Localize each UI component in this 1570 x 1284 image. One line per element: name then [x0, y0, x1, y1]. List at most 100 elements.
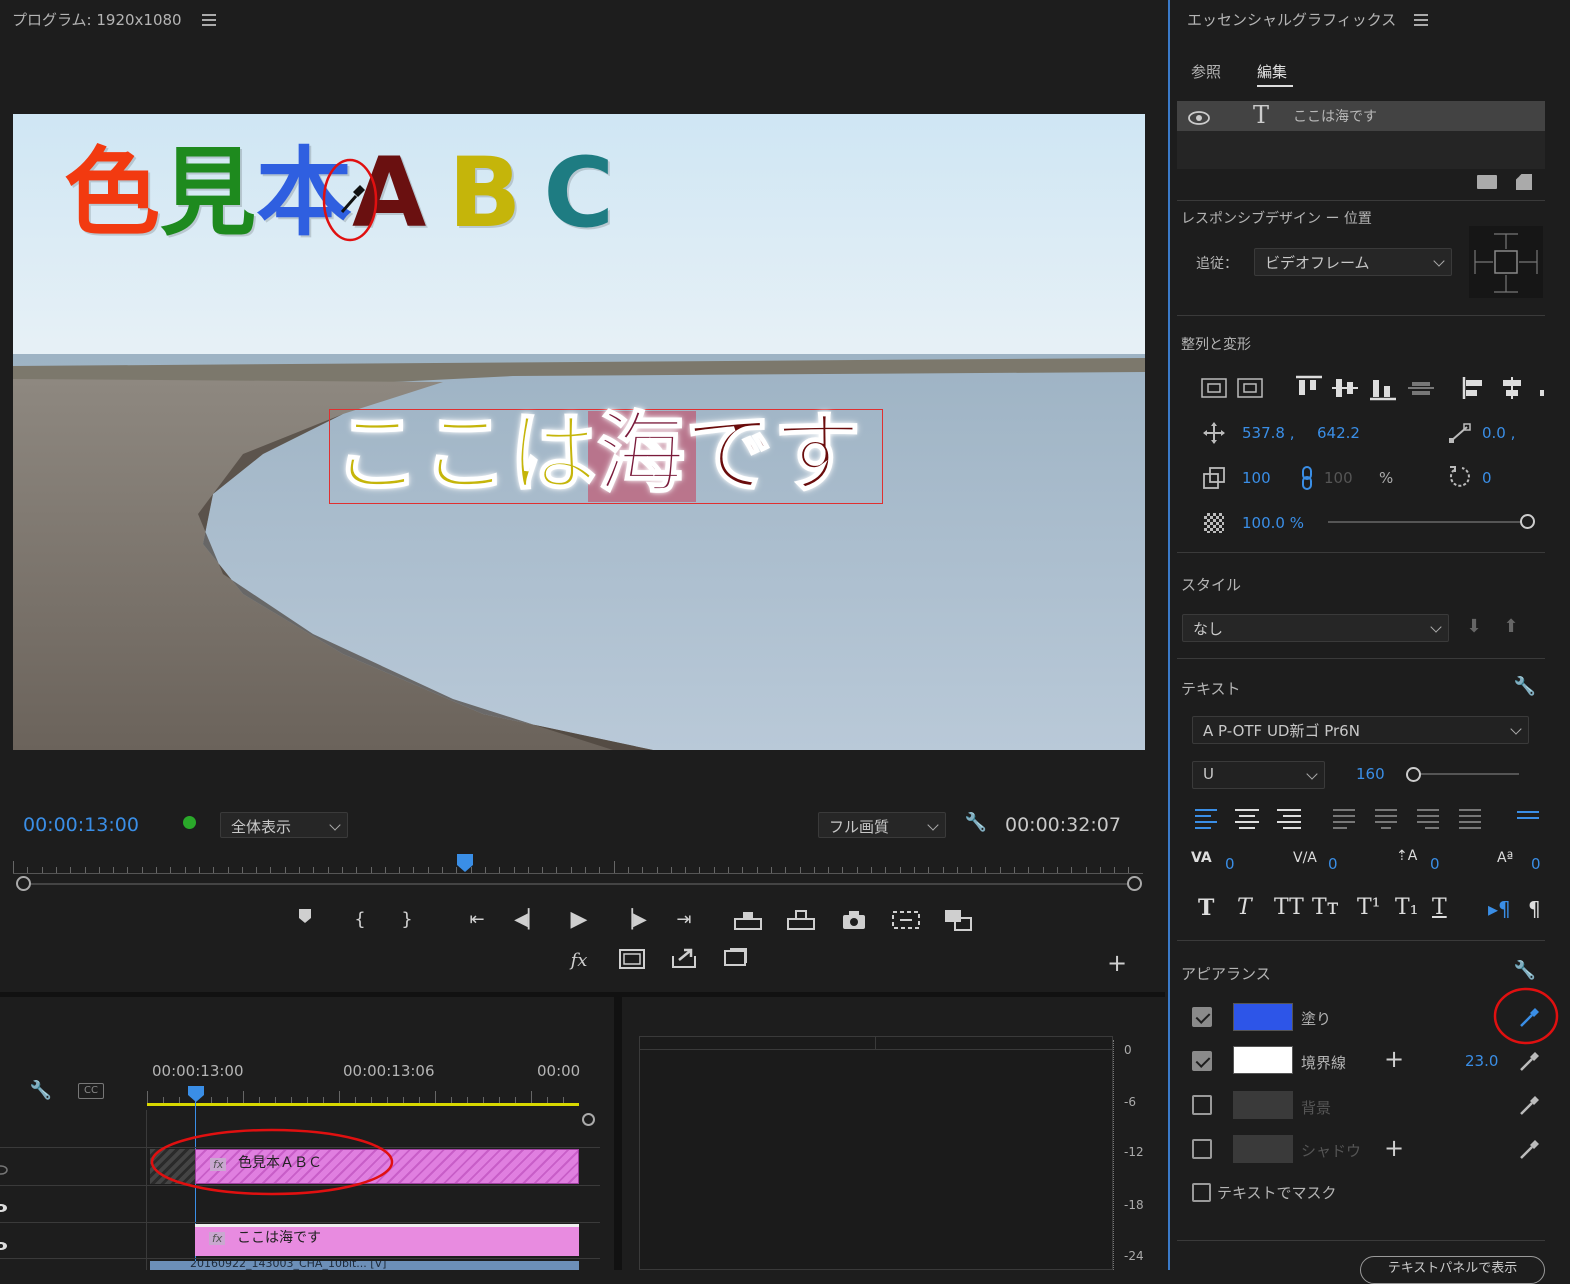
- background-checkbox[interactable]: [1192, 1095, 1212, 1115]
- faux-bold-button[interactable]: T: [1198, 895, 1214, 921]
- stroke-checkbox[interactable]: [1192, 1051, 1212, 1071]
- comparison-view-button[interactable]: [891, 910, 921, 930]
- timeline-ruler[interactable]: [147, 1086, 579, 1103]
- layer-row[interactable]: T ここは海です: [1177, 101, 1545, 131]
- font-size-slider-thumb[interactable]: [1406, 767, 1421, 782]
- rotation-field[interactable]: 0: [1482, 469, 1492, 487]
- position-y-field[interactable]: 642.2: [1317, 424, 1360, 442]
- step-forward-button[interactable]: ▕▶: [619, 907, 647, 933]
- add-button[interactable]: +: [1104, 950, 1130, 976]
- anchor-x-field[interactable]: 0.0 ,: [1482, 424, 1515, 442]
- monitor-ruler[interactable]: [13, 850, 1143, 874]
- export-frame-button[interactable]: [841, 909, 867, 931]
- wrench-icon[interactable]: 🔧: [963, 810, 989, 836]
- small-caps-button[interactable]: Tт: [1312, 895, 1339, 920]
- go-to-out-button[interactable]: ⇥: [669, 907, 699, 933]
- multi-camera-button[interactable]: [943, 908, 973, 932]
- step-back-button[interactable]: ◀▏: [514, 907, 542, 933]
- mark-in-button[interactable]: {: [347, 907, 373, 933]
- font-style-select[interactable]: U: [1192, 761, 1325, 789]
- opacity-field[interactable]: 100.0 %: [1242, 514, 1304, 532]
- font-size-field[interactable]: 160: [1356, 765, 1385, 783]
- show-in-text-panel-button[interactable]: テキストパネルで表示: [1360, 1256, 1545, 1284]
- track-eye-icon[interactable]: [0, 1236, 8, 1250]
- stroke-color-swatch[interactable]: [1233, 1046, 1293, 1074]
- program-menu-icon[interactable]: [202, 14, 216, 26]
- mark-out-button[interactable]: }: [394, 907, 420, 933]
- superscript-button[interactable]: T¹: [1357, 895, 1381, 920]
- play-button[interactable]: ▶: [565, 907, 593, 933]
- zoom-handle-right[interactable]: [1127, 876, 1142, 891]
- leading-field[interactable]: 0: [1430, 855, 1440, 873]
- kerning-field[interactable]: 0: [1225, 855, 1235, 873]
- timeline-playhead-icon[interactable]: [186, 1085, 206, 1105]
- appearance-wrench-icon[interactable]: 🔧: [1512, 958, 1538, 984]
- work-area-bar[interactable]: [147, 1103, 579, 1106]
- fx-button[interactable]: fx: [566, 948, 592, 974]
- playhead-marker-icon[interactable]: [456, 853, 474, 873]
- track-eye-icon[interactable]: [0, 1198, 8, 1212]
- background-color-swatch[interactable]: [1233, 1091, 1293, 1119]
- go-to-in-button[interactable]: ⇤: [462, 907, 492, 933]
- extract-button[interactable]: [786, 910, 816, 930]
- captions-icon[interactable]: CC: [78, 1083, 104, 1099]
- shadow-color-swatch[interactable]: [1233, 1135, 1293, 1163]
- push-style-down-icon[interactable]: ⬇: [1462, 614, 1486, 640]
- eye-icon[interactable]: [1188, 111, 1210, 125]
- faux-italic-button[interactable]: T: [1237, 895, 1252, 920]
- new-layer-icon[interactable]: [1516, 174, 1532, 190]
- link-icon[interactable]: [1300, 465, 1314, 491]
- fill-checkbox[interactable]: [1192, 1007, 1212, 1027]
- essential-graphics-menu-icon[interactable]: [1414, 14, 1428, 26]
- zoom-select[interactable]: 全体表示: [220, 812, 348, 838]
- timeline-settings-wrench-icon[interactable]: 🔧: [28, 1078, 54, 1104]
- timeline-scroll-handle[interactable]: [582, 1113, 595, 1126]
- paragraph-align-toolbar[interactable]: [1193, 807, 1543, 829]
- opacity-slider-thumb[interactable]: [1520, 514, 1535, 529]
- text-wrench-icon[interactable]: 🔧: [1512, 674, 1538, 700]
- add-shadow-button[interactable]: +: [1383, 1135, 1405, 1161]
- export-button[interactable]: [670, 946, 698, 970]
- underline-button[interactable]: T: [1432, 895, 1447, 920]
- fill-color-swatch[interactable]: [1233, 1003, 1293, 1031]
- push-style-up-icon[interactable]: ⬆: [1499, 614, 1523, 640]
- tab-browse[interactable]: 参照: [1191, 61, 1221, 82]
- all-caps-button[interactable]: TT: [1274, 895, 1304, 920]
- follow-select[interactable]: ビデオフレーム: [1254, 248, 1452, 276]
- align-toolbar[interactable]: [1200, 374, 1550, 402]
- shadow-checkbox[interactable]: [1192, 1139, 1212, 1159]
- scale-field[interactable]: 100: [1242, 469, 1271, 487]
- mask-with-text-checkbox[interactable]: [1192, 1183, 1211, 1202]
- opacity-slider-track[interactable]: [1328, 521, 1528, 523]
- ruler-tick: [613, 861, 615, 873]
- background-eyedropper-icon[interactable]: [1517, 1094, 1541, 1118]
- tracking-field[interactable]: 0: [1328, 855, 1338, 873]
- zoom-handle-left[interactable]: [16, 876, 31, 891]
- lift-button[interactable]: [733, 910, 763, 930]
- overlay-caption-text[interactable]: ここは海です: [332, 403, 862, 505]
- vr-video-button[interactable]: [722, 946, 750, 970]
- track-eye-icon[interactable]: [0, 1160, 8, 1175]
- font-family-select[interactable]: A P-OTF UD新ゴ Pr6N: [1192, 716, 1529, 744]
- quality-select[interactable]: フル画質: [818, 812, 946, 838]
- video-clip[interactable]: 20160922_143003_CHA_10bit... [V]: [150, 1261, 579, 1270]
- add-stroke-button[interactable]: +: [1383, 1046, 1405, 1072]
- position-x-field[interactable]: 537.8 ,: [1242, 424, 1294, 442]
- font-size-slider-track[interactable]: [1413, 773, 1519, 775]
- pin-widget[interactable]: [1469, 226, 1543, 298]
- safe-margins-button[interactable]: [618, 948, 646, 970]
- rtl-direction-button[interactable]: ¶: [1528, 897, 1541, 921]
- clip-caption[interactable]: fx ここは海です: [195, 1224, 579, 1256]
- current-timecode[interactable]: 00:00:13:00: [23, 814, 139, 836]
- stroke-width-field[interactable]: 23.0: [1465, 1052, 1498, 1070]
- baseline-field[interactable]: 0: [1531, 855, 1541, 873]
- tab-edit[interactable]: 編集: [1257, 61, 1287, 82]
- zoom-scroll-track[interactable]: [23, 883, 1135, 885]
- add-marker-button[interactable]: [292, 907, 318, 933]
- style-select[interactable]: なし: [1182, 614, 1449, 642]
- ltr-direction-button[interactable]: ▸¶: [1488, 897, 1511, 921]
- shadow-eyedropper-icon[interactable]: [1517, 1138, 1541, 1162]
- subscript-button[interactable]: T₁: [1395, 895, 1419, 920]
- stroke-eyedropper-icon[interactable]: [1517, 1050, 1541, 1074]
- folder-icon[interactable]: [1477, 175, 1497, 189]
